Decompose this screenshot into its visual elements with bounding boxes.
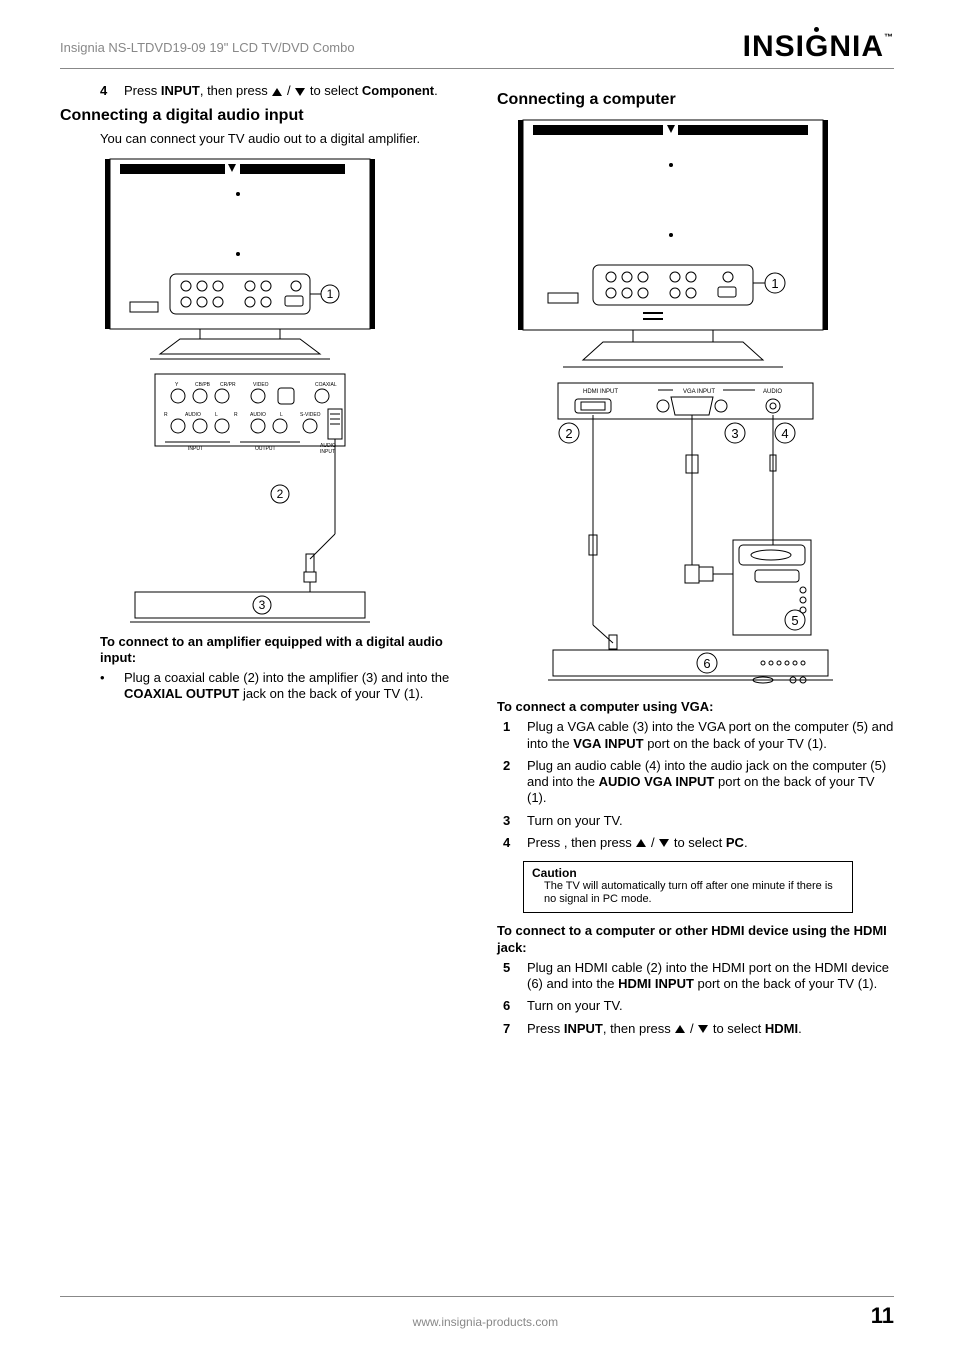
page-footer: www.insignia-products.com 11 [60, 1296, 894, 1329]
svg-text:CR/PR: CR/PR [220, 382, 236, 388]
svg-text:INPUT: INPUT [188, 446, 203, 452]
up-icon [675, 1025, 685, 1033]
list-item: 4 Press INPUT, then press / to select Co… [100, 83, 457, 99]
page-header: Insignia NS-LTDVD19-09 19" LCD TV/DVD Co… [60, 30, 894, 69]
svg-text:3: 3 [259, 598, 266, 612]
svg-text:L: L [280, 412, 283, 418]
svg-text:INPUT: INPUT [320, 449, 335, 455]
section-heading: Connecting a digital audio input [60, 107, 457, 125]
svg-text:VGA INPUT: VGA INPUT [683, 389, 715, 395]
down-icon [295, 88, 305, 96]
caution-heading: Caution [532, 866, 844, 880]
svg-text:COAXIAL: COAXIAL [315, 382, 337, 388]
page-number: 11 [871, 1303, 894, 1329]
svg-text:S-VIDEO: S-VIDEO [300, 412, 321, 418]
list-item: 4 Press , then press / to select PC. [503, 835, 894, 851]
product-line: Insignia NS-LTDVD19-09 19" LCD TV/DVD Co… [60, 30, 355, 55]
svg-text:HDMI INPUT: HDMI INPUT [583, 389, 618, 395]
sub-heading: To connect to an amplifier equipped with… [100, 634, 457, 667]
caution-box: Caution The TV will automatically turn o… [523, 861, 853, 913]
list-item: 1 Plug a VGA cable (3) into the VGA port… [503, 719, 894, 752]
list-item: 3 Turn on your TV. [503, 813, 894, 829]
svg-text:OUTPUT: OUTPUT [255, 446, 276, 452]
svg-text:R: R [164, 412, 168, 418]
svg-text:AUDIO: AUDIO [185, 412, 201, 418]
list-item: 5 Plug an HDMI cable (2) into the HDMI p… [503, 960, 894, 993]
list-item: 2 Plug an audio cable (4) into the audio… [503, 758, 894, 807]
svg-text:1: 1 [771, 276, 778, 291]
footer-url: www.insignia-products.com [100, 1315, 871, 1329]
body-text: You can connect your TV audio out to a d… [100, 131, 457, 147]
svg-text:AUDIO: AUDIO [763, 389, 782, 395]
diagram-computer: 1 HDMI INPUT VGA INPUT AUDIO [503, 115, 853, 685]
svg-text:VIDEO: VIDEO [253, 382, 269, 388]
svg-text:R: R [234, 412, 238, 418]
list-item: 7 Press INPUT, then press / to select HD… [503, 1021, 894, 1037]
svg-text:AUDIO: AUDIO [250, 412, 266, 418]
down-icon [659, 839, 669, 847]
up-icon [272, 88, 282, 96]
svg-text:2: 2 [565, 426, 572, 441]
svg-text:Y: Y [175, 382, 179, 388]
left-column: 4 Press INPUT, then press / to select Co… [60, 83, 457, 1296]
svg-text:4: 4 [781, 426, 788, 441]
svg-text:L: L [215, 412, 218, 418]
list-item: 6 Turn on your TV. [503, 998, 894, 1014]
brand-logo: INSIGNIA™ [743, 30, 894, 64]
up-icon [636, 839, 646, 847]
sub-heading: To connect to a computer or other HDMI d… [497, 923, 894, 956]
svg-text:1: 1 [327, 287, 334, 301]
svg-text:5: 5 [791, 613, 798, 628]
svg-text:2: 2 [277, 487, 284, 501]
svg-text:3: 3 [731, 426, 738, 441]
list-item: • Plug a coaxial cable (2) into the ampl… [100, 670, 457, 703]
caution-body: The TV will automatically turn off after… [544, 880, 844, 906]
down-icon [698, 1025, 708, 1033]
sub-heading: To connect a computer using VGA: [497, 699, 894, 715]
diagram-audio: 1 Y CB/PB CR/PR VIDEO COAXIAL R [100, 154, 380, 624]
svg-text:6: 6 [703, 656, 710, 671]
section-heading: Connecting a computer [497, 91, 894, 109]
svg-text:CB/PB: CB/PB [195, 382, 211, 388]
right-column: Connecting a computer [497, 83, 894, 1296]
